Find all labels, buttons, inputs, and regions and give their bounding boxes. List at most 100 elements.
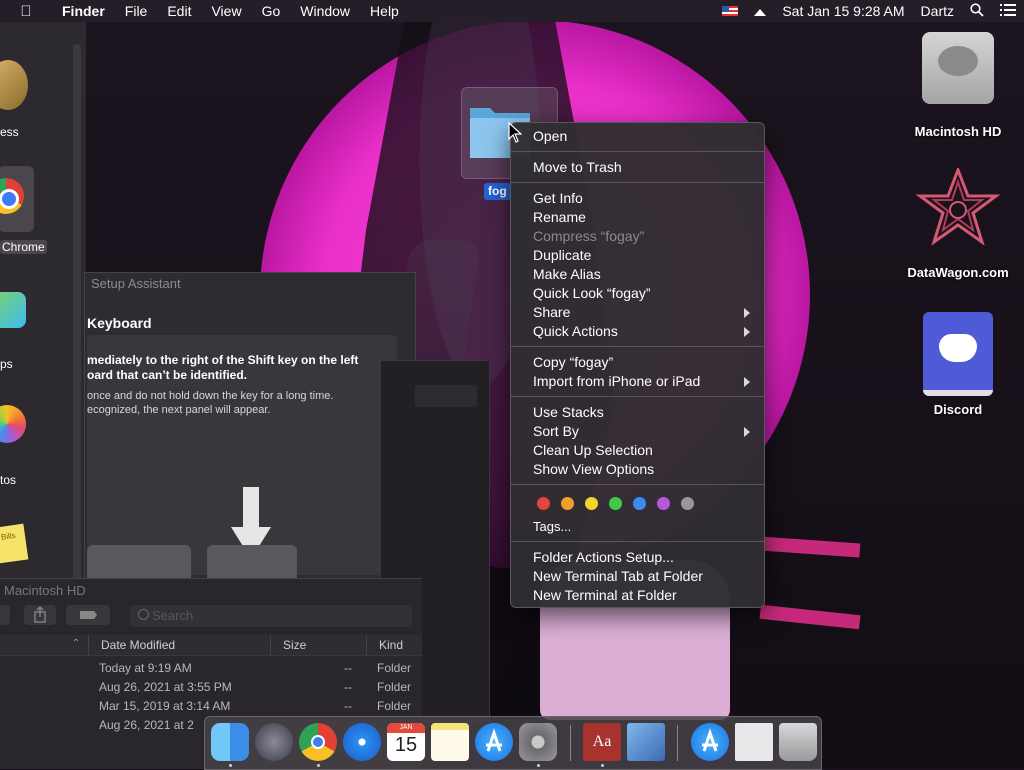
- input-source-menu[interactable]: [714, 3, 746, 19]
- row-date: Aug 26, 2021 at 3:55 PM: [99, 680, 232, 694]
- menu-item-clean-up-selection[interactable]: Clean Up Selection: [533, 442, 653, 458]
- menu-user[interactable]: Dartz: [913, 3, 962, 19]
- menu-finder[interactable]: Finder: [52, 3, 115, 19]
- running-indicator: [601, 764, 604, 767]
- menu-window[interactable]: Window: [290, 3, 360, 19]
- sort-chevron-up-icon[interactable]: ⌃: [72, 638, 80, 649]
- menu-item-sort-by[interactable]: Sort By: [533, 423, 579, 439]
- stickies-icon[interactable]: Bills: [0, 523, 29, 565]
- preview-icon[interactable]: [627, 723, 665, 761]
- table-row[interactable]: Aug 26, 2021 at 3:55 PM -- Folder: [0, 678, 422, 697]
- menu-clock[interactable]: Sat Jan 15 9:28 AM: [774, 3, 912, 19]
- menu-item-duplicate[interactable]: Duplicate: [533, 247, 591, 263]
- menu-item-new-terminal[interactable]: New Terminal at Folder: [533, 587, 677, 603]
- chrome-icon[interactable]: [299, 723, 337, 761]
- menu-item-compress[interactable]: Compress “fogay”: [533, 228, 644, 244]
- hard-drive-icon: [922, 32, 994, 104]
- column-size[interactable]: Size: [283, 638, 306, 652]
- menu-item-new-terminal-tab[interactable]: New Terminal Tab at Folder: [533, 568, 703, 584]
- eject-menu[interactable]: [746, 3, 774, 19]
- scrollbar[interactable]: [73, 44, 81, 594]
- dictionary-icon[interactable]: Aa: [583, 723, 621, 761]
- menu-item-quick-actions[interactable]: Quick Actions: [533, 323, 618, 339]
- menu-item-folder-actions-setup[interactable]: Folder Actions Setup...: [533, 549, 674, 565]
- running-indicator: [229, 764, 232, 767]
- tag-gray[interactable]: [681, 497, 694, 510]
- menu-separator: [511, 182, 764, 183]
- desktop-item-label: DataWagon.com: [907, 265, 1009, 280]
- notification-center-list-icon[interactable]: [992, 3, 1024, 19]
- table-row[interactable]: Today at 9:19 AM -- Folder: [0, 659, 422, 678]
- system-preferences-icon[interactable]: [519, 723, 557, 761]
- submenu-arrow-icon: [744, 308, 750, 318]
- calendar-icon[interactable]: JAN 15: [387, 723, 425, 761]
- launchpad-icon[interactable]: [255, 723, 293, 761]
- keyboard-setup-assistant-window: Setup Assistant Keyboard mediately to th…: [84, 272, 416, 594]
- maps-icon[interactable]: [0, 292, 26, 328]
- row-kind: Folder: [377, 699, 412, 713]
- table-row[interactable]: Mar 15, 2019 at 3:14 AM -- Folder: [0, 697, 422, 716]
- tag-orange[interactable]: [561, 497, 574, 510]
- downloads-folder-icon[interactable]: [691, 723, 729, 761]
- menu-item-open[interactable]: Open: [533, 128, 567, 144]
- menu-item-copy[interactable]: Copy “fogay”: [533, 354, 613, 370]
- apple-icon[interactable]: : [0, 3, 52, 20]
- desktop-item-discord[interactable]: Discord: [903, 312, 1013, 417]
- menu-help[interactable]: Help: [360, 3, 409, 19]
- row-size: --: [344, 661, 352, 675]
- menu-separator: [511, 396, 764, 397]
- menu-item-quick-look[interactable]: Quick Look “fogay”: [533, 285, 651, 301]
- tag-green[interactable]: [609, 497, 622, 510]
- menu-item-share[interactable]: Share: [533, 304, 570, 320]
- menu-separator: [511, 484, 764, 485]
- menu-item-rename[interactable]: Rename: [533, 209, 586, 225]
- setup-instruction: mediately to the right of the Shift key …: [87, 353, 359, 382]
- menu-item-tags[interactable]: Tags...: [533, 519, 571, 534]
- notes-icon[interactable]: [431, 723, 469, 761]
- search-input[interactable]: Search: [130, 605, 412, 627]
- eject-icon: [754, 9, 767, 16]
- tag-blue[interactable]: [633, 497, 646, 510]
- menu-go[interactable]: Go: [252, 3, 291, 19]
- discord-icon: [923, 312, 993, 396]
- menu-separator: [511, 346, 764, 347]
- running-indicator: [537, 764, 540, 767]
- share-button[interactable]: [24, 605, 56, 625]
- calendar-day: 15: [394, 734, 418, 756]
- tags-button[interactable]: [66, 605, 110, 625]
- column-kind[interactable]: Kind: [379, 638, 403, 652]
- menu-view[interactable]: View: [201, 3, 251, 19]
- document-icon[interactable]: [735, 723, 773, 761]
- menu-item-import-from-iphone[interactable]: Import from iPhone or iPad: [533, 373, 700, 389]
- menu-item-show-view-options[interactable]: Show View Options: [533, 461, 654, 477]
- menu-separator: [511, 151, 764, 152]
- desktop-item-datawagon[interactable]: DataWagon.com: [903, 165, 1013, 280]
- row-kind: Folder: [377, 680, 412, 694]
- list-header: ⌃ Date Modified Size Kind: [0, 635, 422, 656]
- app-store-icon[interactable]: [475, 723, 513, 761]
- trash-icon[interactable]: [779, 723, 817, 761]
- menu-edit[interactable]: Edit: [157, 3, 201, 19]
- row-date: Today at 9:19 AM: [99, 661, 192, 675]
- menu-item-use-stacks[interactable]: Use Stacks: [533, 404, 604, 420]
- menu-item-move-to-trash[interactable]: Move to Trash: [533, 159, 622, 175]
- folder-name-label[interactable]: fog: [484, 183, 511, 200]
- column-date-modified[interactable]: Date Modified: [101, 638, 175, 652]
- desktop-item-macintosh-hd[interactable]: Macintosh HD: [903, 32, 1013, 139]
- menu-file[interactable]: File: [115, 3, 158, 19]
- background-window-bar: [415, 385, 477, 407]
- spotlight-search-icon[interactable]: [962, 2, 992, 20]
- finder-icon[interactable]: [211, 723, 249, 761]
- view-options-button[interactable]: [0, 605, 10, 625]
- row-date: Mar 15, 2019 at 3:14 AM: [99, 699, 231, 713]
- menu-item-get-info[interactable]: Get Info: [533, 190, 583, 206]
- menu-item-make-alias[interactable]: Make Alias: [533, 266, 601, 282]
- safari-icon[interactable]: [343, 723, 381, 761]
- calendar-month: JAN: [387, 723, 425, 733]
- tag-yellow[interactable]: [585, 497, 598, 510]
- mouse-cursor-icon: [508, 122, 522, 143]
- menu-bar:  Finder File Edit View Go Window Help S…: [0, 0, 1024, 22]
- datawagon-icon: [915, 165, 1001, 246]
- tag-purple[interactable]: [657, 497, 670, 510]
- tag-red[interactable]: [537, 497, 550, 510]
